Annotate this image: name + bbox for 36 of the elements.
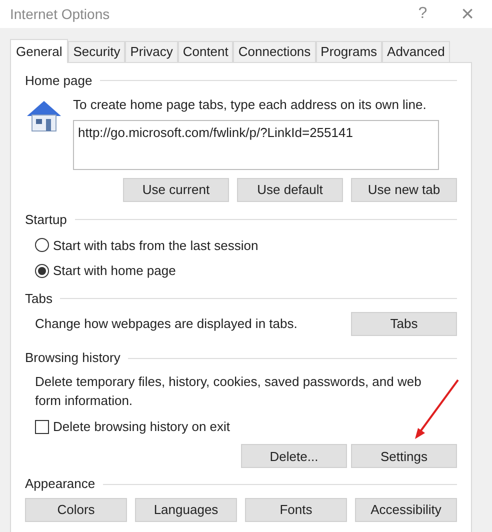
- section-heading: Startup: [25, 211, 67, 229]
- section-heading: Appearance: [25, 475, 96, 494]
- house-icon: [25, 98, 63, 132]
- section-heading: Browsing history: [25, 349, 120, 368]
- tab[interactable]: Privacy: [125, 41, 178, 62]
- section-heading: Home page: [25, 72, 92, 90]
- section-heading: Tabs: [25, 290, 52, 308]
- browsing-history-button[interactable]: Settings: [351, 444, 457, 468]
- tabs-description: Change how webpages are displayed in tabs.: [35, 315, 298, 334]
- browsing-history-button[interactable]: Delete...: [241, 444, 347, 468]
- checkbox-label: Delete browsing history on exit: [53, 418, 230, 436]
- tabs-button[interactable]: Tabs: [351, 312, 457, 336]
- checkbox[interactable]: [35, 420, 49, 434]
- radio-button[interactable]: [35, 264, 49, 278]
- radio-label: Start with tabs from the last session: [53, 236, 258, 254]
- radio-button[interactable]: [35, 238, 49, 252]
- radio-label: Start with home page: [53, 262, 176, 280]
- tab[interactable]: Programs: [316, 41, 382, 62]
- tab[interactable]: Security: [68, 41, 126, 62]
- help-button[interactable]: ?: [418, 2, 428, 26]
- appearance-button[interactable]: Colors: [25, 498, 127, 522]
- home-page-button[interactable]: Use new tab: [351, 178, 457, 202]
- tab[interactable]: Advanced: [382, 41, 450, 62]
- browsing-history-description: Delete temporary files, history, cookies, saved passwords, and web form information.: [35, 372, 422, 410]
- tab[interactable]: Connections: [233, 41, 316, 62]
- home-page-button[interactable]: Use default: [237, 178, 343, 202]
- home-page-description: To create home page tabs, type each address on its own line.: [73, 96, 428, 114]
- appearance-button[interactable]: Fonts: [245, 498, 347, 522]
- appearance-button[interactable]: Languages: [135, 498, 237, 522]
- appearance-button[interactable]: Accessibility: [355, 498, 457, 522]
- tab[interactable]: General: [10, 39, 68, 63]
- home-page-button[interactable]: Use current: [123, 178, 229, 202]
- window-title: Internet Options: [10, 4, 110, 24]
- home-page-field[interactable]: http://go.microsoft.com/fwlink/p/?LinkId=255141: [73, 120, 439, 170]
- close-button[interactable]: ×: [461, 3, 474, 25]
- tab[interactable]: Content: [178, 41, 234, 62]
